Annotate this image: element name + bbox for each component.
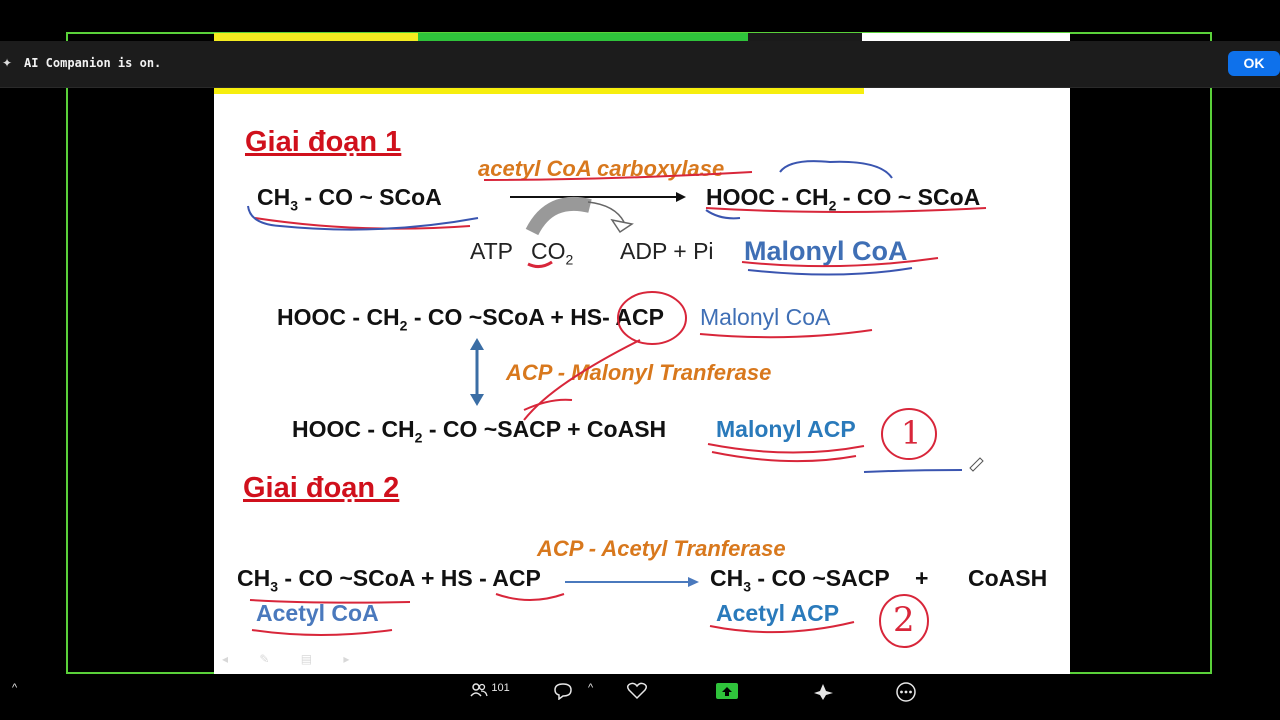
annotation-2: 2	[893, 600, 915, 640]
slide-drawings	[247, 160, 987, 648]
meeting-toolbar: ^ 101 ^	[0, 676, 1280, 720]
heart-icon	[626, 682, 648, 700]
share-screen-button[interactable]	[716, 683, 738, 702]
chat-chevron-icon[interactable]: ^	[588, 682, 593, 694]
pen-cursor	[969, 457, 984, 472]
participants-icon	[470, 683, 488, 697]
chat-button[interactable]	[553, 682, 573, 703]
ai-companion-button[interactable]	[813, 682, 835, 703]
chat-icon	[554, 683, 572, 701]
reaction-arrow-1-head	[676, 192, 686, 202]
annotation-1: 1	[901, 414, 922, 452]
curved-grey-arrow	[525, 196, 592, 236]
curved-outline-arrow	[587, 201, 625, 223]
chevron-up-icon[interactable]: ^	[12, 682, 17, 694]
sparkle-icon: ✦	[2, 56, 13, 70]
more-button[interactable]	[895, 682, 917, 705]
ai-companion-icon	[814, 684, 833, 700]
ok-button[interactable]: OK	[1228, 51, 1280, 76]
participants-button[interactable]: 101	[470, 682, 510, 698]
notification-text: AI Companion is on.	[24, 56, 162, 70]
more-icon	[896, 682, 916, 702]
notification-bar: ✦ AI Companion is on.	[0, 41, 1280, 88]
participants-count: 101	[491, 682, 510, 694]
react-button[interactable]	[626, 682, 648, 703]
slide-ghost-controls[interactable]: ◂ ✎ ▤ ▸	[222, 652, 363, 666]
share-screen-icon	[716, 683, 738, 699]
